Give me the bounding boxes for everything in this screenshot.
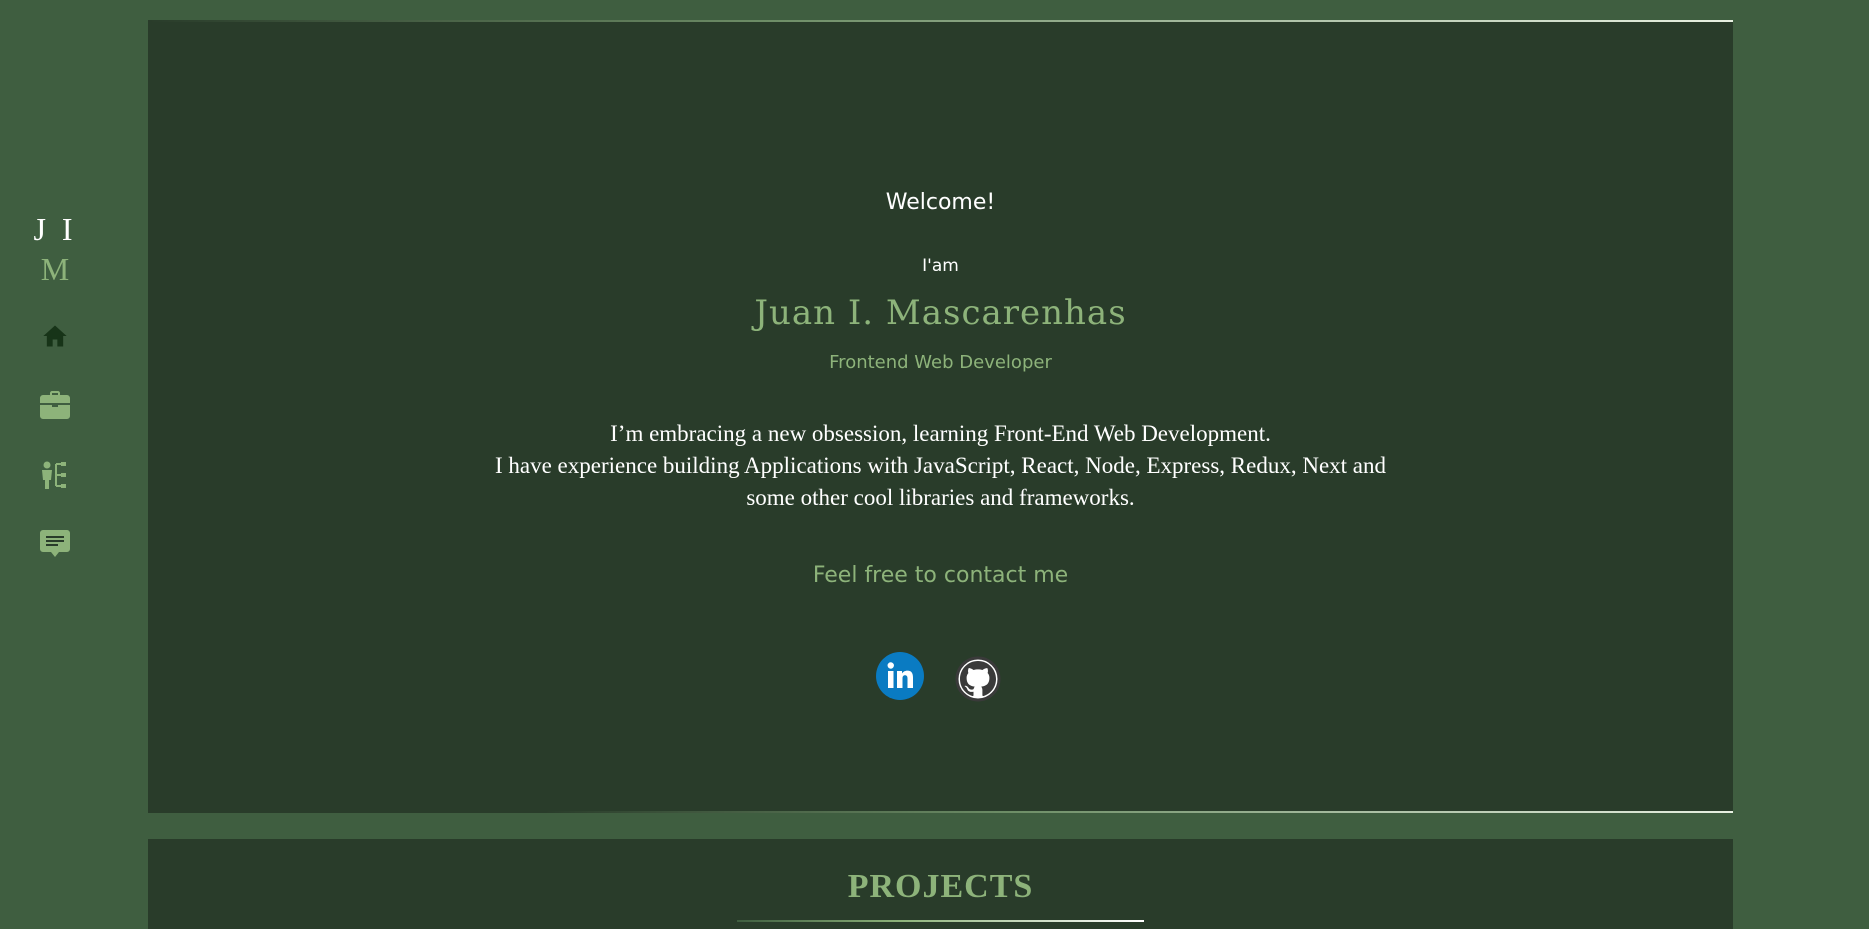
linkedin-icon — [876, 652, 924, 700]
bio-text: I’m embracing a new obsession, learning … — [148, 418, 1733, 514]
nav-home-button[interactable] — [36, 317, 74, 355]
nav-about-button[interactable] — [36, 456, 74, 494]
iam-label: I'am — [922, 256, 959, 276]
logo-initials-line1[interactable]: J I — [0, 210, 110, 248]
org-chart-person-icon — [42, 461, 66, 489]
chat-icon — [40, 530, 70, 557]
github-link[interactable] — [955, 656, 1001, 702]
hero-section — [148, 22, 1733, 812]
nav-projects-button[interactable] — [36, 386, 74, 424]
github-icon — [955, 656, 1001, 702]
nav-contact-button[interactable] — [36, 525, 74, 563]
logo-initials-line2[interactable]: M — [0, 250, 110, 288]
hero-bottom-divider — [148, 811, 1733, 813]
briefcase-icon — [40, 391, 70, 419]
developer-role: Frontend Web Developer — [829, 352, 1052, 373]
welcome-heading: Welcome! — [885, 190, 996, 215]
contact-cta: Feel free to contact me — [812, 563, 1069, 588]
developer-name: Juan I. Mascarenhas — [754, 293, 1127, 333]
bio-line-1: I’m embracing a new obsession, learning … — [610, 421, 1271, 446]
bio-line-2: I have experience building Applications … — [494, 453, 1386, 510]
linkedin-link[interactable] — [876, 652, 924, 700]
home-icon — [43, 325, 67, 347]
projects-heading: PROJECTS — [847, 868, 1034, 905]
projects-heading-underline — [737, 920, 1144, 922]
sidebar: J I M — [0, 0, 110, 929]
